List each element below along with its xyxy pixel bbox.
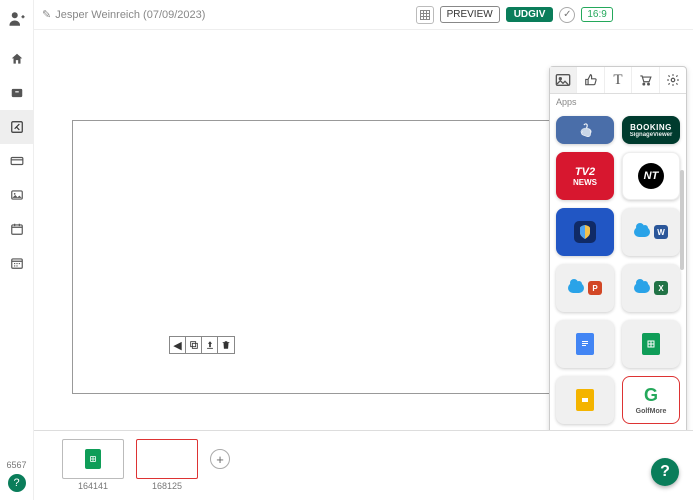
document-title: Jesper Weinreich (07/09/2023) [55,9,205,21]
grid-toggle[interactable] [416,6,434,24]
excel-icon: X [654,281,668,295]
nav-editor[interactable] [0,110,34,144]
thumb-strip: 164141 168125 + [34,430,693,500]
question-icon: ? [660,463,670,481]
sidebar-help-icon[interactable]: ? [8,474,26,492]
panel-tab-text[interactable]: T [605,67,632,93]
app-tile-nt[interactable]: NT [622,152,680,200]
publish-button[interactable]: UDGIV [506,7,554,22]
cloud-icon [568,283,584,293]
thumb-2-label: 168125 [152,481,182,491]
tool-copy[interactable] [186,337,202,353]
panel-tab-settings[interactable] [660,67,686,93]
app-tile-booking[interactable]: BOOKING SignageViewer [622,116,680,144]
upload-icon [205,340,215,350]
tv2-line2: NEWS [573,178,597,187]
slide-canvas[interactable] [72,120,562,394]
add-slide-button[interactable]: + [210,449,230,469]
panel-tab-shapes[interactable] [577,67,604,93]
panel-tab-cart[interactable] [632,67,659,93]
golfmore-label: GolfMore [636,408,667,415]
calendar-icon [10,256,24,270]
panel-tabs: T [550,67,686,94]
text-icon: T [613,72,622,89]
copy-icon [189,340,199,350]
app-tile-google-sheets[interactable] [622,320,680,368]
slide-tools: ◀ [169,336,235,354]
app-tile-tv2news[interactable]: TV2 NEWS [556,152,614,200]
app-tile-touch[interactable] [556,116,614,144]
thumb-1-label: 164141 [78,481,108,491]
nt-label: NT [638,163,664,189]
home-icon [10,52,24,66]
sidebar-counter: 6567 [6,460,26,470]
image-icon [10,188,24,202]
panel-subtitle: Apps [550,94,686,110]
golfmore-icon: G [644,385,658,406]
google-docs-icon [576,333,594,355]
apps-scroll: BOOKING SignageViewer TV2 NEWS NT [550,110,686,430]
cloud-icon [634,227,650,237]
edit-icon [10,120,24,134]
tool-delete[interactable] [218,337,234,353]
aspect-ratio-badge[interactable]: 16:9 [581,7,612,22]
main-area: ✎ Jesper Weinreich (07/09/2023) PREVIEW … [34,0,693,500]
pencil-icon: ✎ [42,8,51,21]
app-tile-google-docs[interactable] [556,320,614,368]
nav-home[interactable] [0,42,34,76]
calendar-clock-icon [10,222,24,236]
left-sidebar: 6567 ? [0,0,34,500]
app-tile-golfmore[interactable]: G GolfMore [622,376,680,424]
card-icon [10,154,24,168]
account-icon[interactable] [4,6,30,32]
thumb-1[interactable]: 164141 [62,439,124,491]
thumbs-up-icon [584,73,598,87]
app-tile-onedrive-ppt[interactable]: P [556,264,614,312]
tool-prev[interactable]: ◀ [170,337,186,353]
canvas-area: ◀ [34,30,693,430]
image-icon [555,73,571,87]
nav-schedule[interactable] [0,212,34,246]
nav-archive[interactable] [0,76,34,110]
tv2-line1: TV2 [575,166,595,178]
ppt-icon: P [588,281,602,295]
preview-button[interactable]: PREVIEW [440,6,500,23]
app-tile-onedrive-word[interactable]: W [622,208,680,256]
word-icon: W [654,225,668,239]
grid-icon [420,10,430,20]
google-slides-icon [576,389,594,411]
touch-icon [574,121,596,139]
cart-icon [638,73,652,87]
google-sheets-icon [85,449,101,469]
trash-icon [221,340,231,350]
app-tile-blue-app[interactable] [556,208,614,256]
cloud-icon [634,283,650,293]
right-panel: T Apps [549,66,687,430]
gear-icon [666,73,680,87]
booking-title: BOOKING [630,123,672,132]
shield-icon [579,225,591,239]
panel-scrollbar[interactable] [680,170,684,270]
nav-payments[interactable] [0,144,34,178]
thumb-2[interactable]: 168125 [136,439,198,491]
app-tile-onedrive-excel[interactable]: X [622,264,680,312]
top-bar: ✎ Jesper Weinreich (07/09/2023) PREVIEW … [34,0,693,30]
panel-tab-images[interactable] [550,67,577,93]
document-title-wrap[interactable]: ✎ Jesper Weinreich (07/09/2023) [42,8,205,21]
app-tile-google-slides[interactable] [556,376,614,424]
google-sheets-icon [642,333,660,355]
nav-media[interactable] [0,178,34,212]
status-check-icon[interactable]: ✓ [559,7,575,23]
booking-sub: SignageViewer [630,132,673,138]
nav-calendar[interactable] [0,246,34,280]
plus-icon: + [216,452,224,467]
archive-icon [10,86,24,100]
help-fab[interactable]: ? [651,458,679,486]
tool-upload[interactable] [202,337,218,353]
